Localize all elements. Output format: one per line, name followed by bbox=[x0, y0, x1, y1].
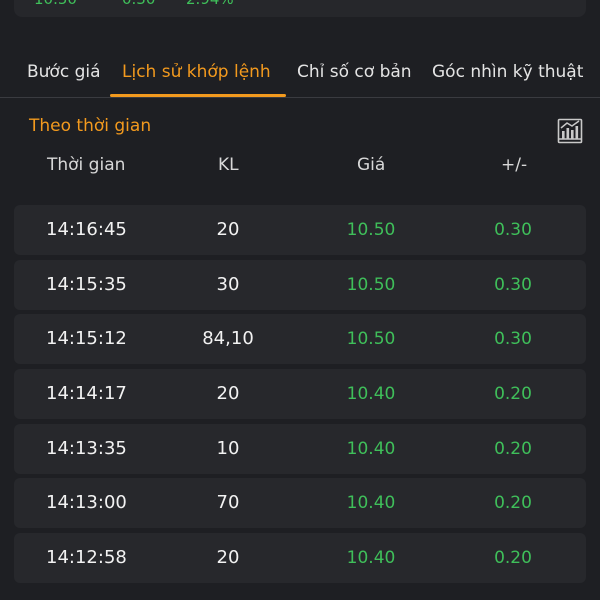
summary-percent: 2.94% bbox=[186, 0, 234, 8]
column-header-change: +/- bbox=[501, 155, 528, 175]
column-header-price: Giá bbox=[357, 155, 386, 175]
tab-match-history[interactable]: Lịch sử khớp lệnh bbox=[122, 62, 271, 82]
tab-price-step[interactable]: Bước giá bbox=[27, 62, 101, 82]
trade-row[interactable]: 14:13:00 70 10.40 0.20 bbox=[14, 478, 586, 529]
trade-time: 14:15:12 bbox=[46, 328, 127, 350]
active-tab-indicator bbox=[110, 94, 286, 97]
trade-row[interactable]: 14:15:35 30 10.50 0.30 bbox=[14, 259, 586, 310]
price-summary-card: 10.50 0.30 2.94% bbox=[14, 0, 586, 17]
summary-price: 10.50 bbox=[34, 0, 77, 8]
trade-row[interactable]: 14:12:58 20 10.40 0.20 bbox=[14, 533, 586, 584]
tab-fundamentals[interactable]: Chỉ số cơ bản bbox=[297, 62, 412, 82]
trade-row[interactable]: 14:14:17 20 10.40 0.20 bbox=[14, 369, 586, 420]
column-header-time: Thời gian bbox=[47, 155, 126, 175]
section-title: Theo thời gian bbox=[29, 116, 152, 136]
trade-time: 14:13:35 bbox=[46, 437, 127, 459]
trade-time: 14:16:45 bbox=[46, 219, 127, 240]
trade-time: 14:13:00 bbox=[46, 492, 127, 514]
trade-time: 14:14:17 bbox=[46, 383, 127, 405]
chart-icon[interactable] bbox=[557, 118, 583, 144]
trade-time: 14:12:58 bbox=[46, 547, 127, 569]
trade-list: 14:16:45 20 10.50 0.30 14:15:35 30 10.50… bbox=[14, 205, 586, 588]
tab-technical-view[interactable]: Góc nhìn kỹ thuật bbox=[432, 62, 583, 82]
trade-row[interactable]: 14:15:12 84,10 10.50 0.30 bbox=[14, 314, 586, 365]
trade-history-screen: 10.50 0.30 2.94% Bước giá Lịch sử khớp l… bbox=[0, 0, 600, 600]
trade-time: 14:15:35 bbox=[46, 273, 127, 295]
summary-change: 0.30 bbox=[122, 0, 155, 8]
tab-bar: Bước giá Lịch sử khớp lệnh Chỉ số cơ bản… bbox=[0, 50, 600, 98]
trade-row[interactable]: 14:13:35 10 10.40 0.20 bbox=[14, 423, 586, 474]
trade-row[interactable]: 14:16:45 20 10.50 0.30 bbox=[14, 205, 586, 255]
column-header-volume: KL bbox=[218, 155, 239, 175]
